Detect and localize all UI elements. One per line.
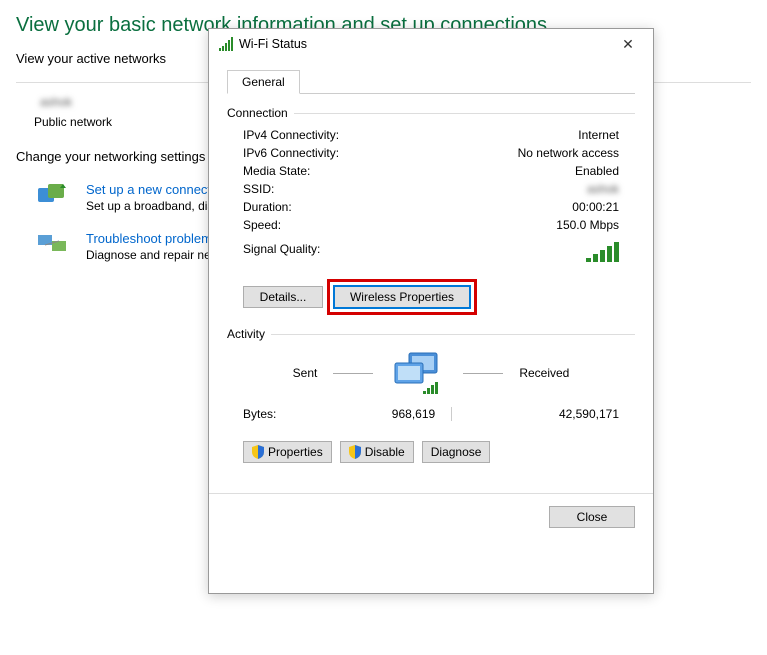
- tab-general[interactable]: General: [227, 70, 300, 94]
- divider: [451, 407, 452, 421]
- duration-label: Duration:: [243, 200, 292, 214]
- signal-quality-value: [586, 242, 619, 265]
- troubleshoot-icon: [36, 231, 70, 257]
- activity-group-label: Activity: [227, 327, 265, 341]
- media-state-value: Enabled: [575, 164, 619, 178]
- ssid-value: ashok: [587, 182, 619, 196]
- close-icon[interactable]: ✕: [611, 30, 645, 58]
- troubleshoot-link[interactable]: Troubleshoot problems: [86, 231, 218, 246]
- bytes-received-value: 42,590,171: [460, 407, 619, 421]
- close-button[interactable]: Close: [549, 506, 635, 528]
- wifi-status-dialog: Wi-Fi Status ✕ General Connection IPv4 C…: [208, 28, 654, 594]
- tab-strip: General: [227, 69, 635, 94]
- dialog-footer: Close: [209, 493, 653, 540]
- shield-icon: [349, 445, 361, 459]
- divider: [463, 373, 503, 374]
- ipv6-value: No network access: [518, 146, 619, 160]
- ipv6-label: IPv6 Connectivity:: [243, 146, 339, 160]
- title-bar[interactable]: Wi-Fi Status ✕: [209, 29, 653, 59]
- speed-value: 150.0 Mbps: [556, 218, 619, 232]
- network-setup-icon: [36, 182, 70, 208]
- speed-label: Speed:: [243, 218, 281, 232]
- properties-button[interactable]: Properties: [243, 441, 332, 463]
- duration-value: 00:00:21: [572, 200, 619, 214]
- ipv4-value: Internet: [578, 128, 619, 142]
- bytes-label: Bytes:: [243, 407, 276, 421]
- sent-label: Sent: [293, 366, 318, 380]
- connection-group-label: Connection: [227, 106, 288, 120]
- bytes-sent-value: 968,619: [276, 407, 443, 421]
- diagnose-button[interactable]: Diagnose: [422, 441, 491, 463]
- divider: [294, 113, 635, 114]
- highlight-annotation: Wireless Properties: [327, 279, 477, 315]
- signal-bars-icon: [586, 242, 619, 262]
- ipv4-label: IPv4 Connectivity:: [243, 128, 339, 142]
- disable-button[interactable]: Disable: [340, 441, 414, 463]
- dialog-title: Wi-Fi Status: [239, 37, 307, 51]
- received-label: Received: [519, 366, 569, 380]
- wifi-signal-icon: [219, 37, 233, 51]
- divider: [271, 334, 635, 335]
- ssid-label: SSID:: [243, 182, 274, 196]
- computers-icon: [389, 349, 447, 397]
- divider: [333, 373, 373, 374]
- details-button[interactable]: Details...: [243, 286, 323, 308]
- wireless-properties-button[interactable]: Wireless Properties: [334, 286, 470, 308]
- signal-quality-label: Signal Quality:: [243, 242, 320, 265]
- media-state-label: Media State:: [243, 164, 310, 178]
- shield-icon: [252, 445, 264, 459]
